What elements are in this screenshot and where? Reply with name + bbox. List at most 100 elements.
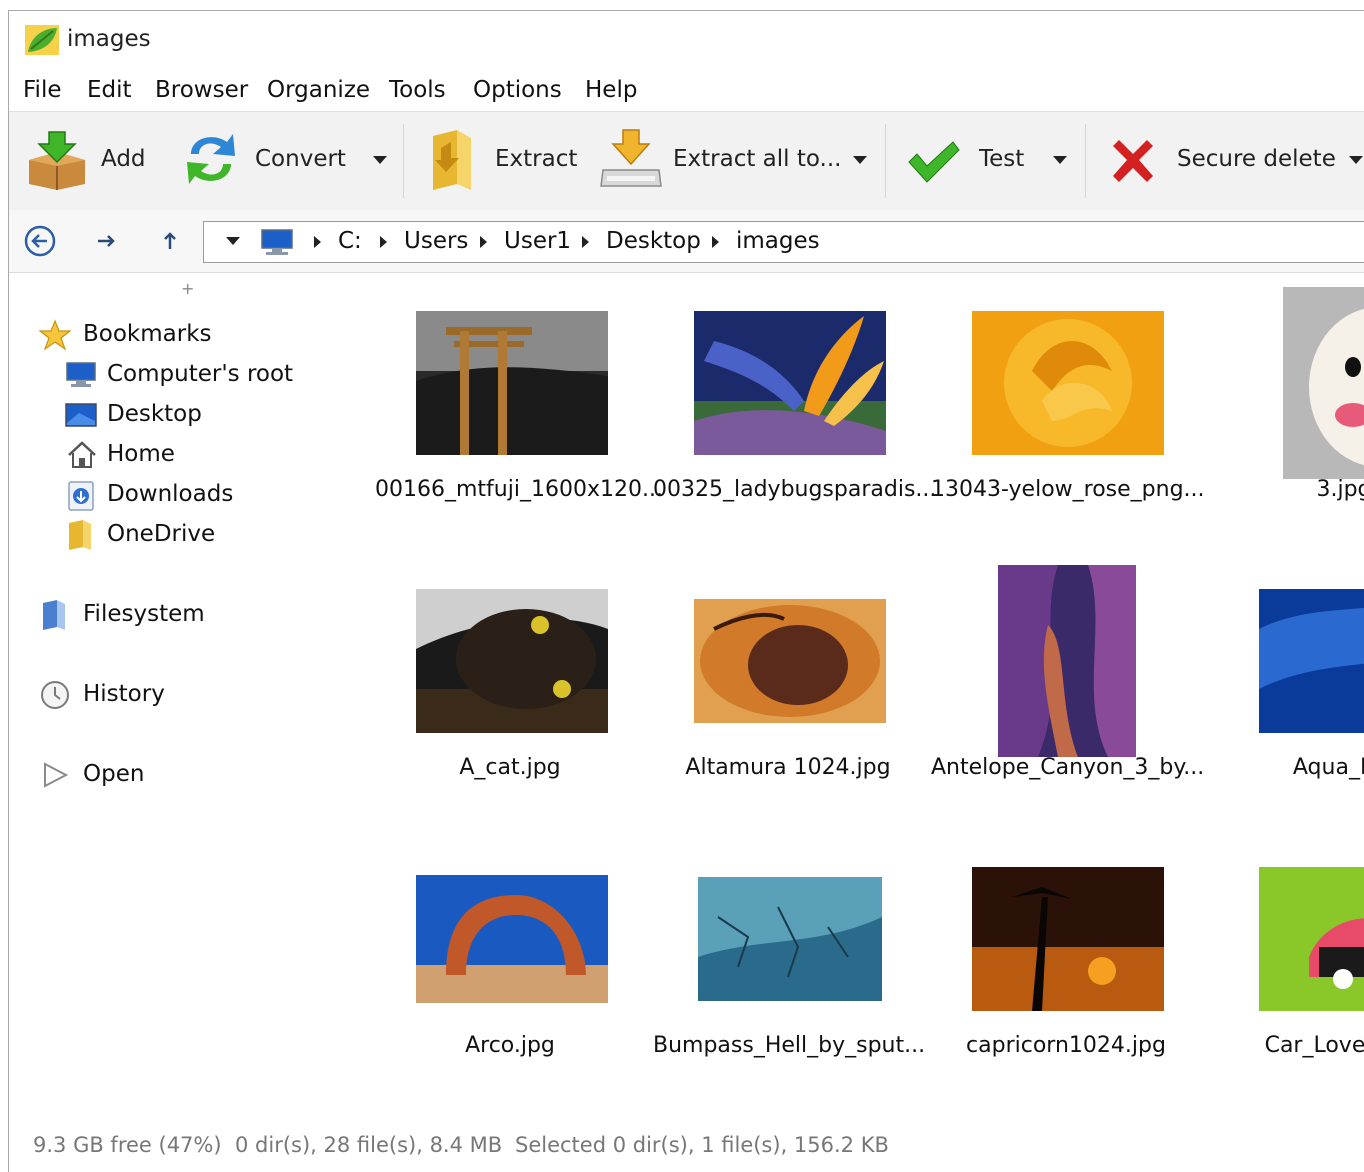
convert-label: Convert [255, 146, 346, 172]
sidebar-bookmarks[interactable]: Bookmarks [83, 321, 212, 347]
star-icon [39, 319, 71, 351]
toolbar: Add Convert Extract Extract all to... Te… [9, 111, 1364, 211]
file-item[interactable]: Bumpass_Hell_by_sput... [653, 829, 926, 1099]
file-name: Car_Lover_by_ [1264, 1033, 1364, 1058]
file-name: A_cat.jpg [459, 755, 561, 780]
file-item[interactable]: capricorn1024.jpg [931, 829, 1201, 1099]
file-item[interactable]: 00325_ladybugsparadis... [653, 273, 937, 543]
delete-x-icon [1113, 140, 1153, 182]
thumbnail-capricorn [972, 867, 1164, 1011]
sidebar-history[interactable]: History [83, 681, 165, 707]
expand-plus-icon[interactable]: + [181, 279, 194, 298]
menu-organize[interactable]: Organize [267, 77, 370, 103]
status-selection: Selected 0 dir(s), 1 file(s), 156.2 KB [515, 1133, 889, 1157]
file-item[interactable]: Aqua_Blu [1209, 551, 1364, 821]
up-arrow-icon[interactable] [153, 224, 187, 258]
menu-edit[interactable]: Edit [87, 77, 132, 103]
extract-all-label: Extract all to... [673, 146, 842, 172]
convert-dropdown-icon[interactable] [373, 156, 387, 164]
app-window: images File Edit Browser Organize Tools … [8, 10, 1364, 1172]
secure-delete-label: Secure delete [1177, 146, 1336, 172]
file-name: Aqua_Blu [1292, 755, 1364, 780]
file-name: 00325_ladybugsparadis... [653, 477, 937, 502]
file-name: Altamura 1024.jpg [685, 755, 891, 780]
test-dropdown-icon[interactable] [1053, 156, 1067, 164]
convert-button[interactable]: Convert [183, 112, 393, 210]
computer-root-icon [66, 362, 96, 387]
sidebar-item-onedrive[interactable]: OneDrive [107, 521, 215, 547]
extract-label: Extract [495, 146, 578, 172]
home-icon [68, 441, 96, 468]
status-free-space: 9.3 GB free (47%) [33, 1133, 222, 1157]
sidebar-item-downloads[interactable]: Downloads [107, 481, 233, 507]
file-item[interactable]: Altamura 1024.jpg [653, 551, 923, 821]
extract-all-icon [600, 129, 662, 187]
title-bar: images [9, 11, 1364, 65]
crumb-users[interactable]: Users [404, 228, 468, 254]
thumbnail-arco [416, 875, 608, 1003]
thumbnail-mtfuji [416, 311, 608, 455]
file-item[interactable]: 13043-yelow_rose_png... [931, 273, 1205, 543]
file-name: Bumpass_Hell_by_sput... [653, 1033, 926, 1058]
back-circle-icon[interactable] [23, 224, 57, 258]
menu-options[interactable]: Options [473, 77, 562, 103]
file-name: 13043-yelow_rose_png... [931, 477, 1205, 502]
crumb-drive[interactable]: C: [338, 228, 362, 254]
thumbnail-yellow-rose [972, 311, 1164, 455]
file-name: capricorn1024.jpg [966, 1033, 1166, 1058]
sidebar-item-home[interactable]: Home [107, 441, 175, 467]
extract-button[interactable]: Extract [429, 112, 579, 210]
file-item[interactable]: Antelope_Canyon_3_by... [931, 551, 1205, 821]
thumbnail-aqua-blue [1259, 589, 1364, 733]
app-logo-icon [25, 25, 59, 55]
file-name: 00166_mtfuji_1600x120... [375, 477, 663, 502]
navigation-bar: C: Users User1 Desktop images [9, 210, 1364, 273]
crumb-user1[interactable]: User1 [504, 228, 571, 254]
address-history-dropdown-icon[interactable] [226, 237, 240, 245]
file-item[interactable]: Arco.jpg [375, 829, 645, 1099]
thumbnail-puppy [1283, 287, 1364, 479]
file-name: Antelope_Canyon_3_by... [931, 755, 1205, 780]
address-bar[interactable]: C: Users User1 Desktop images [203, 221, 1364, 263]
status-bar: 9.3 GB free (47%) 0 dir(s), 28 file(s), … [9, 1123, 1364, 1172]
file-item[interactable]: 3.jpg [1209, 273, 1364, 543]
onedrive-folder-icon [69, 520, 91, 550]
menu-file[interactable]: File [23, 77, 62, 103]
filesystem-icon [43, 600, 65, 630]
thumbnail-cat [416, 589, 608, 733]
crumb-desktop[interactable]: Desktop [606, 228, 701, 254]
sidebar-filesystem[interactable]: Filesystem [83, 601, 205, 627]
open-triangle-icon [44, 762, 69, 788]
crumb-images[interactable]: images [736, 228, 820, 254]
sidebar: + Bookmarks Computer's root Desktop Home… [9, 273, 372, 1113]
sidebar-item-desktop[interactable]: Desktop [107, 401, 202, 427]
add-button[interactable]: Add [23, 112, 163, 210]
test-button[interactable]: Test [907, 112, 1077, 210]
extract-all-dropdown-icon[interactable] [853, 156, 867, 164]
forward-arrow-icon[interactable] [89, 224, 123, 258]
add-archive-icon [29, 131, 85, 190]
extract-all-button[interactable]: Extract all to... [599, 112, 879, 210]
file-item[interactable]: 00166_mtfuji_1600x120... [375, 273, 663, 543]
convert-icon [187, 134, 235, 184]
window-title: images [67, 26, 151, 52]
thumbnail-car-lover [1259, 867, 1364, 1011]
secure-delete-dropdown-icon[interactable] [1349, 156, 1363, 164]
thumbnail-ladybugsparadise [694, 311, 886, 455]
extract-icon [433, 130, 471, 190]
file-name: Arco.jpg [465, 1033, 555, 1058]
secure-delete-button[interactable]: Secure delete [1109, 112, 1364, 210]
desktop-icon [65, 403, 97, 427]
add-label: Add [101, 146, 146, 172]
menu-help[interactable]: Help [585, 77, 637, 103]
menu-browser[interactable]: Browser [155, 77, 248, 103]
status-file-count: 0 dir(s), 28 file(s), 8.4 MB [235, 1133, 503, 1157]
file-name: 3.jpg [1316, 477, 1364, 502]
file-item[interactable]: A_cat.jpg [375, 551, 645, 821]
downloads-icon [68, 481, 94, 511]
history-clock-icon [41, 681, 69, 709]
sidebar-open[interactable]: Open [83, 761, 144, 787]
sidebar-item-computers-root[interactable]: Computer's root [107, 361, 293, 387]
menu-tools[interactable]: Tools [389, 77, 446, 103]
file-item[interactable]: Car_Lover_by_ [1209, 829, 1364, 1099]
